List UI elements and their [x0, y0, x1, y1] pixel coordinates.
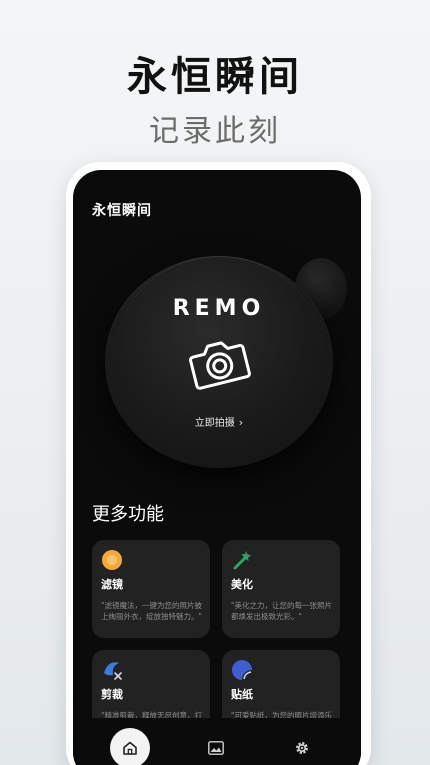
camera-icon [189, 341, 251, 390]
feature-title: 美化 [231, 578, 253, 591]
feature-description: "美化之力，让您的每一张照片都焕发出极致光彩。" [231, 601, 332, 621]
promo-headline: 永恒瞬间 [127, 54, 303, 100]
feature-title: 贴纸 [231, 688, 253, 701]
app-screen: 永恒瞬间 REMO 立即拍摄 › 更多功能 滤镜 "滤镜魔法，一键为您的照片披上绚… [73, 170, 361, 765]
magic-wand-icon [233, 551, 251, 570]
image-icon [208, 741, 224, 755]
more-features-title: 更多功能 [92, 504, 164, 525]
feature-card-filter[interactable]: 滤镜 "滤镜魔法，一键为您的照片披上绚丽外衣，绽放独特魅力。" [92, 540, 210, 638]
home-icon [123, 741, 137, 755]
crop-icon [104, 662, 122, 680]
tab-home[interactable] [110, 728, 150, 765]
feature-title: 滤镜 [101, 578, 123, 591]
feature-card-beautify[interactable]: 美化 "美化之力，让您的每一张照片都焕发出极致光彩。" [222, 540, 340, 638]
brand-logo-text: REMO [172, 296, 266, 321]
camera-launch-orb[interactable]: REMO 立即拍摄 › [105, 256, 333, 468]
tab-settings[interactable] [282, 728, 322, 765]
gear-icon [296, 742, 308, 754]
shoot-now-label: 立即拍摄 [194, 418, 235, 429]
tab-gallery[interactable] [196, 728, 236, 765]
feature-description: "滤镜魔法，一键为您的照片披上绚丽外衣，绽放独特魅力。" [101, 601, 202, 621]
chevron-right-icon: › [238, 416, 244, 429]
feature-title: 剪裁 [101, 688, 123, 701]
promo-subline: 记录此刻 [149, 114, 281, 149]
filter-icon [102, 550, 122, 570]
sticker-icon [232, 660, 252, 680]
bottom-tab-bar [73, 718, 361, 765]
shoot-now-link[interactable]: 立即拍摄 › [105, 414, 333, 429]
app-title: 永恒瞬间 [92, 203, 152, 219]
